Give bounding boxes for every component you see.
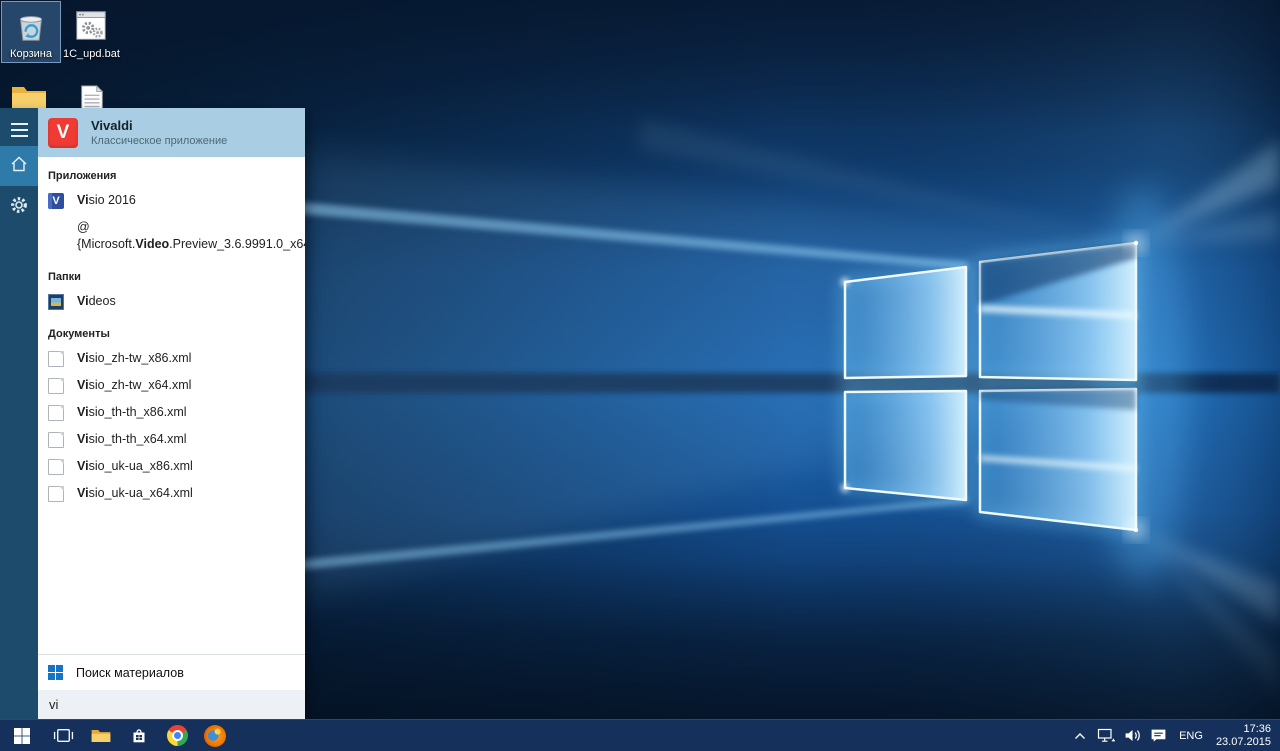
result-label: Visio_th-th_x86.xml (77, 405, 187, 419)
start-search-panel: Vivaldi Классическое приложение Приложен… (0, 108, 305, 719)
result-label: Videos (77, 294, 116, 308)
videos-icon (48, 294, 64, 310)
start-button[interactable] (0, 720, 44, 751)
recycle-bin-icon (3, 5, 59, 47)
vivaldi-icon (48, 117, 78, 148)
chevron-up-icon (1075, 732, 1086, 739)
action-center-icon (1151, 729, 1165, 742)
desktop-icon-recycle-bin[interactable]: Корзина (1, 1, 61, 63)
taskbar: ENG 17:36 23.07.2015 (0, 719, 1280, 751)
search-input[interactable] (38, 697, 305, 712)
search-result-item[interactable]: @{Microsoft.Video.Preview_3.6.9991.0_x64… (38, 214, 305, 258)
hamburger-icon (10, 123, 28, 137)
search-panel-footer: Поиск материалов (38, 654, 305, 719)
gear-icon (9, 195, 29, 220)
search-result-item[interactable]: Visio_uk-ua_x86.xml (38, 453, 305, 480)
desktop-icon-bat-file[interactable]: 1C_upd.bat (62, 2, 120, 62)
volume-button[interactable] (1119, 720, 1145, 751)
search-result-item[interactable]: Visio_th-th_x64.xml (38, 426, 305, 453)
store-bag-icon (133, 728, 145, 742)
section-label: Документы (48, 328, 110, 340)
top-result-subtitle: Классическое приложение (91, 135, 228, 147)
result-label: Visio 2016 (77, 193, 136, 207)
home-icon (9, 154, 29, 179)
web-search-label: Поиск материалов (76, 665, 184, 680)
chrome-button[interactable] (158, 720, 196, 751)
tray-expand-button[interactable] (1067, 720, 1093, 751)
clock-date: 23.07.2015 (1215, 735, 1271, 748)
search-input-row (38, 690, 305, 719)
desktop: Корзина 1C_upd.bat V Vivaldi Классическо… (0, 0, 1280, 751)
search-panel-rail (0, 108, 38, 719)
xml-icon (48, 486, 64, 502)
xml-icon (48, 432, 64, 448)
visio-icon (48, 193, 64, 209)
firefox-button[interactable] (196, 720, 234, 751)
result-label: @{Microsoft.Video.Preview_3.6.9991.0_x64… (77, 220, 305, 251)
desktop-icon-label: Корзина (10, 48, 52, 60)
xml-icon (48, 378, 64, 394)
menu-button[interactable] (0, 111, 38, 149)
result-label: Visio_uk-ua_x86.xml (77, 459, 193, 473)
task-view-icon (53, 729, 73, 742)
language-indicator[interactable]: ENG (1171, 720, 1211, 751)
store-button[interactable] (120, 720, 158, 751)
settings-button[interactable] (0, 188, 38, 226)
result-label: Visio_uk-ua_x64.xml (77, 486, 193, 500)
top-result-vivaldi[interactable]: Vivaldi Классическое приложение (38, 108, 305, 157)
action-center-button[interactable] (1145, 720, 1171, 751)
search-result-item[interactable]: Videos (38, 288, 305, 315)
xml-icon (48, 459, 64, 475)
section-label: Приложения (48, 170, 117, 182)
desktop-icon-label: 1C_upd.bat (63, 48, 120, 60)
web-search-row[interactable]: Поиск материалов (38, 654, 305, 690)
clock-time: 17:36 (1243, 722, 1271, 735)
top-result-title: Vivaldi (91, 118, 133, 133)
clock[interactable]: 17:36 23.07.2015 (1211, 723, 1280, 749)
file-explorer-icon (91, 729, 111, 742)
network-icon (1097, 728, 1115, 742)
search-result-item[interactable]: Visio_zh-tw_x86.xml (38, 345, 305, 372)
result-label: Visio_th-th_x64.xml (77, 432, 187, 446)
speaker-icon (1125, 729, 1140, 742)
result-label: Visio_zh-tw_x86.xml (77, 351, 192, 365)
system-tray: ENG 17:36 23.07.2015 (1067, 720, 1280, 751)
batch-file-icon (63, 5, 119, 47)
windows-logo-icon (48, 665, 63, 680)
section-label: Папки (48, 271, 81, 283)
search-result-item[interactable]: Visio 2016 (38, 187, 305, 214)
search-panel-content: Vivaldi Классическое приложение Приложен… (38, 108, 305, 719)
search-results: Приложения Visio 2016 @{Microsoft.Video.Pr… (38, 157, 305, 654)
chrome-icon (166, 725, 188, 746)
result-label: Visio_zh-tw_x64.xml (77, 378, 192, 392)
xml-icon (48, 351, 64, 367)
search-result-item[interactable]: Visio_zh-tw_x64.xml (38, 372, 305, 399)
search-result-item[interactable]: Visio_uk-ua_x64.xml (38, 480, 305, 507)
task-view-button[interactable] (44, 720, 82, 751)
windows-start-icon (14, 727, 30, 744)
xml-icon (48, 405, 64, 421)
file-explorer-button[interactable] (82, 720, 120, 751)
home-button[interactable] (0, 146, 38, 186)
search-result-item[interactable]: Visio_th-th_x86.xml (38, 399, 305, 426)
firefox-icon (204, 724, 226, 747)
network-button[interactable] (1093, 720, 1119, 751)
